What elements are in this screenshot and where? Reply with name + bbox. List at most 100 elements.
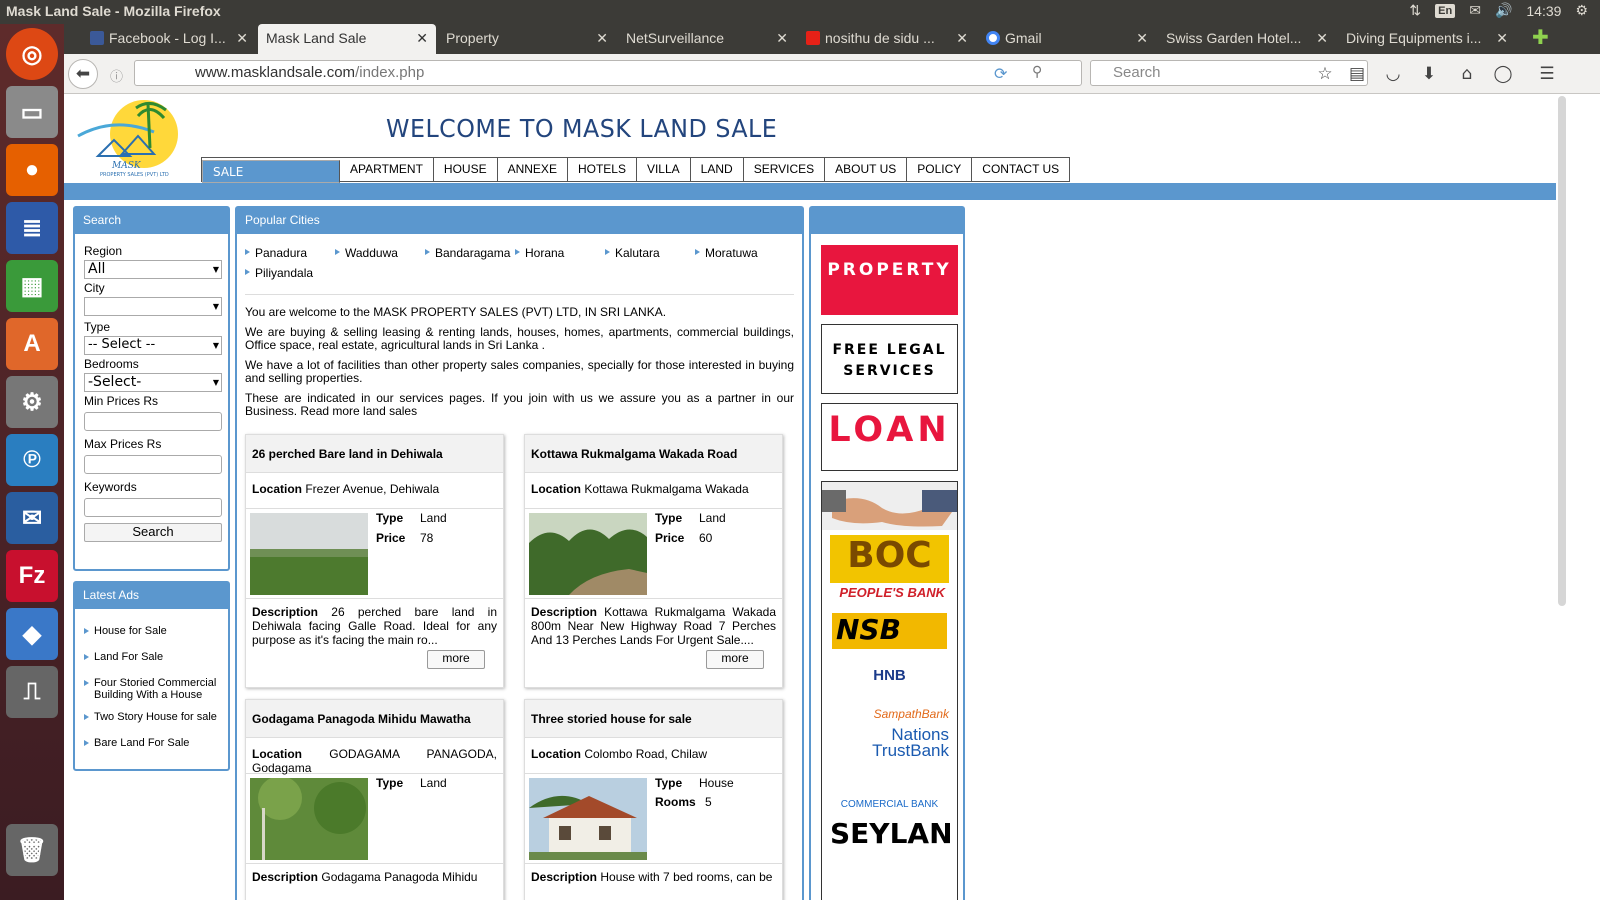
- keywords-input[interactable]: [84, 498, 222, 517]
- city-link[interactable]: Panadura: [245, 246, 307, 260]
- latest-ad-item[interactable]: Two Story House for sale: [84, 711, 219, 723]
- city-link[interactable]: Wadduwa: [335, 246, 398, 260]
- menu-house[interactable]: HOUSE: [433, 158, 498, 181]
- menu-apartment[interactable]: APARTMENT: [340, 158, 434, 181]
- close-tab-icon[interactable]: ✕: [956, 30, 968, 47]
- site-info-icon[interactable]: ⓘ: [110, 66, 123, 85]
- listing-title[interactable]: Three storied house for sale: [525, 700, 782, 738]
- menu-land[interactable]: LAND: [690, 158, 744, 181]
- close-tab-icon[interactable]: ✕: [1496, 30, 1508, 47]
- menu-services[interactable]: SERVICES: [743, 158, 826, 181]
- city-link[interactable]: Horana: [515, 246, 564, 260]
- pocket-icon[interactable]: ◡: [1378, 59, 1408, 89]
- network-icon[interactable]: ⇅: [1409, 2, 1421, 19]
- more-button[interactable]: more: [706, 650, 764, 669]
- listing-card[interactable]: Three storied house for sale Location Co…: [524, 699, 783, 900]
- close-tab-icon[interactable]: ✕: [596, 30, 608, 47]
- menu-annexe[interactable]: ANNEXE: [497, 158, 568, 181]
- listing-title[interactable]: 26 perched Bare land in Dehiwala: [246, 435, 503, 473]
- filezilla-icon[interactable]: Fz: [6, 550, 58, 602]
- tab-diving[interactable]: Diving Equipments i... ✕: [1338, 24, 1516, 54]
- firefox-icon[interactable]: ●: [6, 144, 58, 196]
- back-button[interactable]: ⬅: [68, 59, 98, 89]
- tab-youtube[interactable]: nosithu de sidu ... ✕: [798, 24, 976, 54]
- menu-villa[interactable]: VILLA: [636, 158, 691, 181]
- listing-card[interactable]: Godagama Panagoda Mihidu Mawatha Locatio…: [245, 699, 504, 900]
- property-ad-banner[interactable]: PROPERTY: [821, 245, 958, 315]
- close-tab-icon[interactable]: ✕: [416, 30, 428, 47]
- trash-icon[interactable]: 🗑: [6, 824, 58, 876]
- reading-list-icon[interactable]: ▤: [1342, 59, 1372, 89]
- latest-ad-item[interactable]: House for Sale: [84, 625, 219, 637]
- banks-ad-banner[interactable]: BOC PEOPLE'S BANK NSB HNB SampathBank Na…: [821, 481, 958, 900]
- latest-ad-item[interactable]: Land For Sale: [84, 651, 219, 663]
- close-tab-icon[interactable]: ✕: [1136, 30, 1148, 47]
- listing-title[interactable]: Godagama Panagoda Mihidu Mawatha: [246, 700, 503, 738]
- listing-card[interactable]: 26 perched Bare land in Dehiwala Locatio…: [245, 434, 504, 688]
- hamburger-menu-icon[interactable]: ☰: [1532, 59, 1562, 89]
- legal-services-ad-banner[interactable]: FREE LEGAL SERVICES: [821, 324, 958, 394]
- url-bar[interactable]: www.masklandsale.com/index.php: [134, 60, 1082, 86]
- listing-title[interactable]: Kottawa Rukmalgama Wakada Road: [525, 435, 782, 473]
- new-tab-icon[interactable]: ✚: [1524, 24, 1554, 54]
- tab-mask-land-sale[interactable]: Mask Land Sale ✕: [258, 24, 436, 54]
- menu-hotels[interactable]: HOTELS: [567, 158, 637, 181]
- chat-bubble-icon[interactable]: ◯: [1488, 59, 1518, 89]
- rooms-value: 5: [705, 795, 712, 809]
- listing-photo[interactable]: [529, 513, 647, 595]
- bedrooms-select[interactable]: -Select- ▼: [84, 373, 222, 392]
- menu-sale[interactable]: SALE: [202, 160, 340, 183]
- more-button[interactable]: more: [427, 650, 485, 669]
- close-tab-icon[interactable]: ✕: [776, 30, 788, 47]
- tab-property[interactable]: Property ✕: [438, 24, 616, 54]
- city-link[interactable]: Piliyandala: [245, 266, 313, 280]
- page-scrollbar[interactable]: [1556, 94, 1568, 900]
- tab-swiss-garden[interactable]: Swiss Garden Hotel... ✕: [1158, 24, 1336, 54]
- city-link[interactable]: Kalutara: [605, 246, 660, 260]
- tab-facebook[interactable]: Facebook - Log I... ✕: [82, 24, 256, 54]
- close-tab-icon[interactable]: ✕: [1316, 30, 1328, 47]
- max-price-input[interactable]: [84, 455, 222, 474]
- city-link[interactable]: Moratuwa: [695, 246, 758, 260]
- listing-photo[interactable]: [250, 778, 368, 860]
- scrollbar-thumb[interactable]: [1558, 96, 1566, 606]
- remmina-icon[interactable]: ℗: [6, 434, 58, 486]
- city-select[interactable]: ▼: [84, 297, 222, 316]
- close-tab-icon[interactable]: ✕: [236, 30, 248, 47]
- menu-contact-us[interactable]: CONTACT US: [972, 158, 1070, 181]
- downloads-icon[interactable]: ⬇: [1414, 59, 1444, 89]
- usb-drive-icon[interactable]: ⎍: [6, 666, 58, 718]
- calc-icon[interactable]: ▦: [6, 260, 58, 312]
- search-button[interactable]: Search: [84, 523, 222, 542]
- listing-card[interactable]: Kottawa Rukmalgama Wakada Road Location …: [524, 434, 783, 688]
- reload-icon[interactable]: ⟳: [994, 64, 1007, 83]
- bookmark-star-icon[interactable]: ☆: [1310, 59, 1340, 89]
- mask-logo[interactable]: MASK PROPERTY SALES (PVT) LTD: [74, 96, 186, 182]
- listing-photo[interactable]: [250, 513, 368, 595]
- home-icon[interactable]: ⌂: [1452, 59, 1482, 89]
- latest-ad-item[interactable]: Four Storied Commercial Building With a …: [84, 677, 219, 701]
- menu-about-us[interactable]: ABOUT US: [825, 158, 908, 181]
- thunderbird-icon[interactable]: ✉: [6, 492, 58, 544]
- software-center-icon[interactable]: A: [6, 318, 58, 370]
- loan-ad-banner[interactable]: LOAN: [821, 403, 958, 471]
- files-icon[interactable]: ▭: [6, 86, 58, 138]
- ubuntu-dash-icon[interactable]: ◎: [6, 28, 58, 80]
- latest-ad-item[interactable]: Bare Land For Sale: [84, 737, 219, 749]
- min-price-input[interactable]: [84, 412, 222, 431]
- tab-netsurveillance[interactable]: NetSurveillance ✕: [618, 24, 796, 54]
- tab-gmail[interactable]: Gmail ✕: [978, 24, 1156, 54]
- clock[interactable]: 14:39: [1526, 3, 1561, 19]
- mail-icon[interactable]: ✉: [1469, 2, 1481, 19]
- region-select[interactable]: All ▼: [84, 260, 222, 279]
- system-settings-icon[interactable]: ⚙: [6, 376, 58, 428]
- settings-gear-icon[interactable]: ⚙: [1575, 2, 1588, 19]
- listing-photo[interactable]: [529, 778, 647, 860]
- writer-icon[interactable]: ≣: [6, 202, 58, 254]
- volume-icon[interactable]: 🔊: [1495, 2, 1512, 19]
- type-select[interactable]: -- Select -- ▼: [84, 336, 222, 355]
- menu-policy[interactable]: POLICY: [907, 158, 973, 181]
- city-link[interactable]: Bandaragama: [425, 246, 510, 260]
- keyboard-layout-indicator[interactable]: En: [1435, 3, 1456, 18]
- virtualbox-icon[interactable]: ◆: [6, 608, 58, 660]
